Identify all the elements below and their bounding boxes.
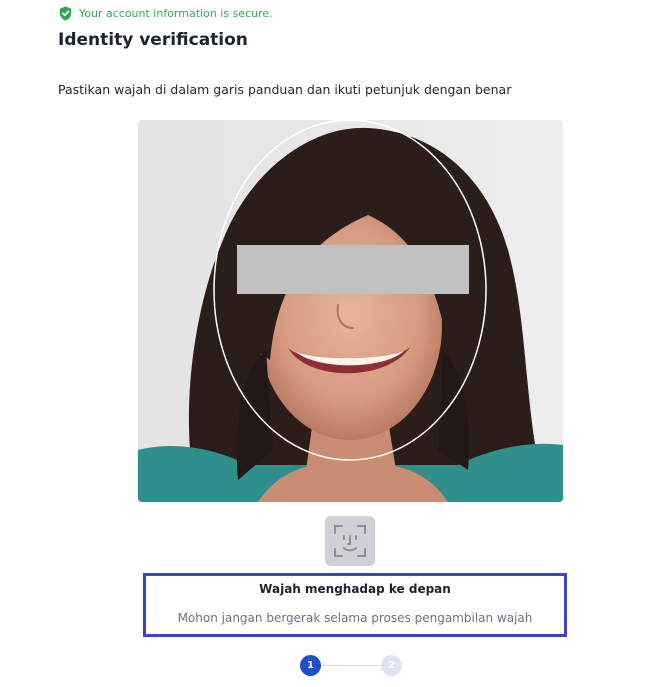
face-id-icon <box>325 516 375 566</box>
status-subtitle: Mohon jangan bergerak selama proses peng… <box>177 611 533 625</box>
face-redaction-bar <box>237 245 469 294</box>
status-title: Wajah menghadap ke depan <box>259 582 451 596</box>
page-title: Identity verification <box>58 30 248 50</box>
step-2-indicator: 2 <box>381 655 402 676</box>
shield-check-icon <box>59 6 72 21</box>
step-1-indicator: 1 <box>300 655 321 676</box>
step-connector <box>321 665 381 666</box>
secure-banner: Your account information is secure. <box>59 6 273 21</box>
secure-banner-text: Your account information is secure. <box>79 7 273 20</box>
identity-verification-page: Your account information is secure. Iden… <box>0 0 647 687</box>
instruction-text: Pastikan wajah di dalam garis panduan da… <box>58 82 512 97</box>
face-status-box: Wajah menghadap ke depan Mohon jangan be… <box>143 573 567 637</box>
progress-stepper: 1 2 <box>300 655 402 677</box>
camera-preview <box>138 120 563 502</box>
